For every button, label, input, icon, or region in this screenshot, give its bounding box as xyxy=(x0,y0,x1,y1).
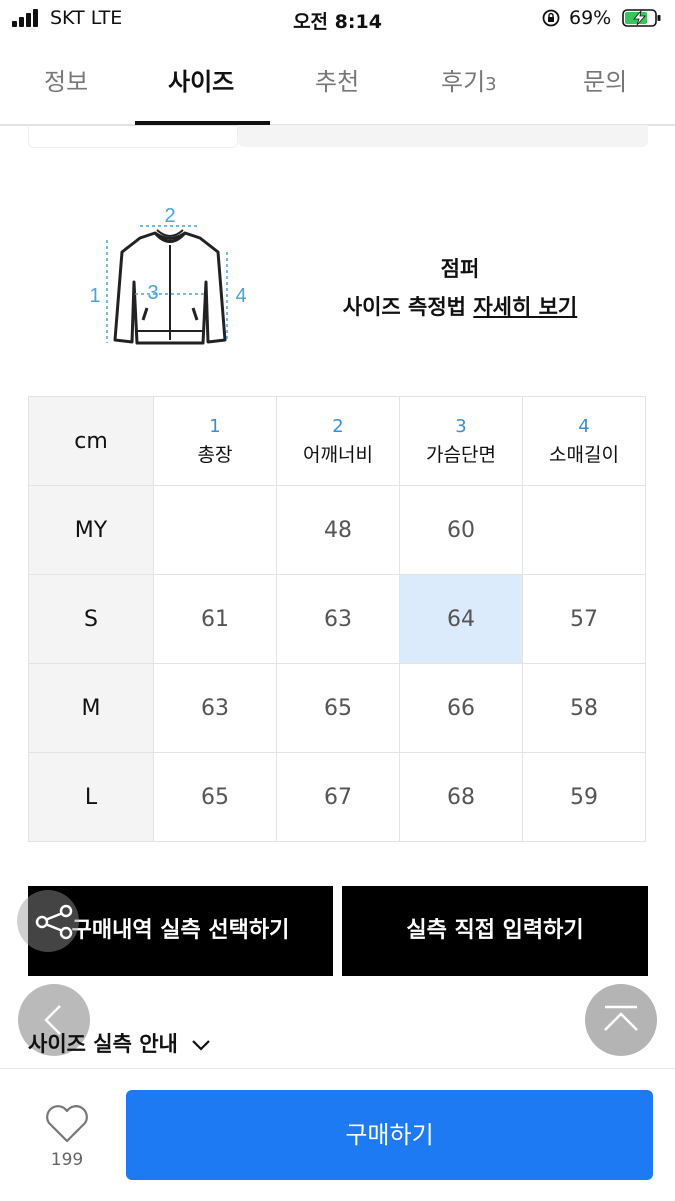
jacket-measurement-icon: 2 1 3 4 xyxy=(89,205,247,345)
chevron-down-icon xyxy=(192,1040,210,1051)
battery-charging-icon xyxy=(622,9,661,27)
table-cell: 66 xyxy=(399,663,523,753)
tab-inquiry[interactable]: 문의 xyxy=(583,62,627,97)
table-cell: 61 xyxy=(153,574,277,664)
table-cell: 59 xyxy=(522,752,646,842)
svg-text:1: 1 xyxy=(89,285,100,307)
like-count: 199 xyxy=(50,1150,84,1170)
share-icon[interactable] xyxy=(34,904,76,940)
previous-section-box xyxy=(28,125,238,148)
table-header-row: cm 1 총장 2 어깨너비 3 가슴단면 4 소매길이 xyxy=(28,396,646,486)
tab-size[interactable]: 사이즈 xyxy=(168,62,234,97)
table-cell: 68 xyxy=(399,752,523,842)
section-tabs: 정보 사이즈 추천 후기3 문의 xyxy=(0,44,675,126)
scroll-top-button[interactable] xyxy=(585,984,657,1056)
row-label: S xyxy=(28,574,154,664)
size-info-toggle[interactable]: 사이즈 실측 안내 xyxy=(28,1028,211,1058)
size-method-line: 사이즈 측정법 자세히 보기 xyxy=(342,295,578,319)
tab-recommend[interactable]: 추천 xyxy=(315,62,359,97)
heart-icon[interactable] xyxy=(44,1104,90,1144)
svg-text:2: 2 xyxy=(164,205,175,227)
svg-text:3: 3 xyxy=(147,282,158,304)
row-label: M xyxy=(28,663,154,753)
row-label: MY xyxy=(28,485,154,575)
table-cell: 57 xyxy=(522,574,646,664)
table-cell: 60 xyxy=(399,485,523,575)
size-table: cm 1 총장 2 어깨너비 3 가슴단면 4 소매길이 MY 48 60 S 61 6… xyxy=(28,396,646,842)
table-cell xyxy=(522,485,646,575)
table-cell: 63 xyxy=(153,663,277,753)
previous-section-box xyxy=(238,125,648,147)
column-header: 3 가슴단면 xyxy=(399,396,523,486)
table-cell xyxy=(153,485,277,575)
table-cell: 65 xyxy=(276,663,400,753)
column-header: 4 소매길이 xyxy=(522,396,646,486)
row-label: L xyxy=(28,752,154,842)
scroll-top-icon xyxy=(604,1005,638,1031)
table-row: S 61 63 64 57 xyxy=(28,574,646,664)
size-guide-text: 점퍼 사이즈 측정법 자세히 보기 xyxy=(320,250,600,326)
buy-button[interactable]: 구매하기 xyxy=(126,1090,653,1180)
tab-info[interactable]: 정보 xyxy=(44,62,88,97)
battery-percent: 69% xyxy=(569,7,612,29)
column-header: 1 총장 xyxy=(153,396,277,486)
table-row: MY 48 60 xyxy=(28,485,646,575)
table-cell: 63 xyxy=(276,574,400,664)
enter-measurement-button[interactable]: 실측 직접 입력하기 xyxy=(342,886,648,976)
table-cell-highlighted: 64 xyxy=(399,574,523,664)
table-row: M 63 65 66 58 xyxy=(28,663,646,753)
unit-cell: cm xyxy=(28,396,154,486)
table-cell: 58 xyxy=(522,663,646,753)
tab-reviews[interactable]: 후기3 xyxy=(441,62,497,97)
status-bar: SKT LTE 오전 8:14 69% xyxy=(0,0,675,38)
rotation-lock-icon xyxy=(542,9,560,27)
table-cell: 67 xyxy=(276,752,400,842)
table-row: L 65 67 68 59 xyxy=(28,752,646,842)
review-count: 3 xyxy=(485,74,497,95)
size-method-detail-link[interactable]: 자세히 보기 xyxy=(473,295,577,319)
svg-text:4: 4 xyxy=(235,285,246,307)
column-header: 2 어깨너비 xyxy=(276,396,400,486)
table-cell: 48 xyxy=(276,485,400,575)
table-cell: 65 xyxy=(153,752,277,842)
product-category: 점퍼 xyxy=(440,257,480,281)
